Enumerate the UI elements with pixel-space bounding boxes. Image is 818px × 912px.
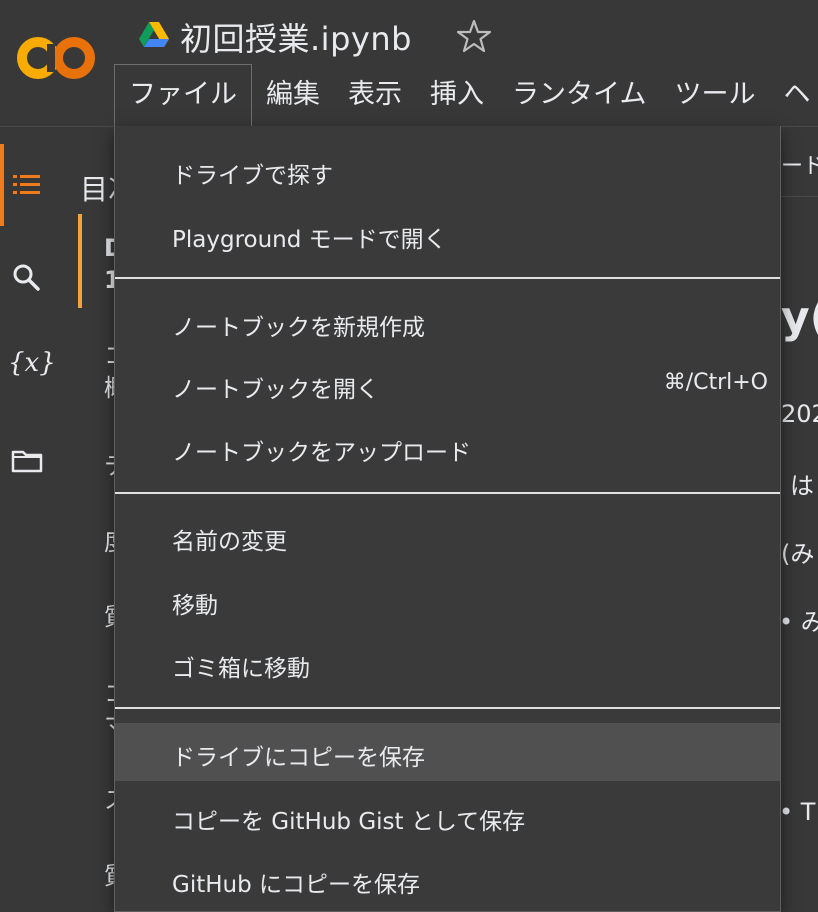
menu-item-label: ノートブックをアップロード	[172, 440, 471, 466]
top-bar: 初回授業.ipynb ファイル 編集 表示 挿入 ランタイム ツール ヘ	[0, 0, 818, 127]
menu-file[interactable]: ファイル	[114, 64, 252, 126]
menu-runtime[interactable]: ランタイム	[498, 64, 660, 126]
google-drive-icon[interactable]	[139, 20, 169, 48]
menu-item-label: ノートブックを開く	[172, 377, 379, 403]
menu-bar: ファイル 編集 表示 挿入 ランタイム ツール ヘ	[114, 64, 818, 126]
menu-item-save-copy-gist[interactable]: コピーを GitHub Gist として保存	[115, 787, 780, 845]
menu-item-open-playground[interactable]: Playground モードで開く	[115, 205, 780, 263]
content-bullet-fragment: • T	[779, 798, 816, 826]
star-outline-icon[interactable]	[456, 18, 492, 54]
content-bullet-fragment: • み	[779, 608, 818, 636]
menu-item-save-copy-github[interactable]: GitHub にコピーを保存	[115, 850, 780, 908]
menu-item-locate-in-drive[interactable]: ドライブで探す	[115, 141, 780, 199]
menu-help[interactable]: ヘ	[769, 64, 818, 126]
menu-separator	[115, 277, 780, 279]
toc-list-icon[interactable]	[10, 168, 44, 202]
menu-separator	[115, 492, 780, 494]
menu-item-upload-notebook[interactable]: ノートブックをアップロード	[115, 418, 780, 476]
colab-logo-icon[interactable]	[14, 33, 98, 83]
content-text-fragment: は	[790, 472, 814, 500]
menu-item-label: ノートブックを新規作成	[172, 315, 425, 341]
menu-item-rename[interactable]: 名前の変更	[115, 507, 780, 565]
menu-item-save-copy-in-drive[interactable]: ドライブにコピーを保存	[115, 723, 780, 781]
menu-item-new-notebook[interactable]: ノートブックを新規作成	[115, 293, 780, 351]
menu-view[interactable]: 表示	[334, 64, 416, 126]
menu-item-label: ゴミ箱に移動	[172, 656, 310, 682]
notebook-content-panel	[781, 127, 818, 912]
content-date-fragment: 202	[781, 400, 818, 428]
left-rail	[0, 127, 62, 912]
menu-tools[interactable]: ツール	[660, 64, 769, 126]
menu-item-label: ドライブにコピーを保存	[172, 745, 425, 771]
menu-item-label: 移動	[172, 593, 218, 619]
menu-item-shortcut: ⌘/Ctrl+O	[663, 370, 768, 395]
menu-item-label: コピーを GitHub Gist として保存	[172, 809, 526, 835]
menu-item-label: GitHub にコピーを保存	[172, 872, 421, 898]
menu-edit[interactable]: 編集	[252, 64, 334, 126]
menu-insert[interactable]: 挿入	[416, 64, 498, 126]
folder-icon[interactable]	[10, 444, 44, 478]
menu-item-move[interactable]: 移動	[115, 571, 780, 629]
notebook-title[interactable]: 初回授業.ipynb	[180, 14, 412, 60]
content-heading-fragment: y(	[781, 292, 818, 343]
content-tab-fragment[interactable]: ード	[781, 148, 818, 180]
menu-item-label: 名前の変更	[172, 529, 287, 555]
menu-item-label: ドライブで探す	[172, 163, 333, 189]
menu-separator	[115, 707, 780, 709]
content-divider	[781, 196, 818, 197]
search-icon[interactable]	[10, 261, 44, 295]
menu-item-move-to-trash[interactable]: ゴミ箱に移動	[115, 634, 780, 692]
content-text-fragment: (み	[781, 540, 815, 568]
toc-selected-indicator	[78, 214, 82, 308]
menu-item-open-notebook[interactable]: ノートブックを開く ⌘/Ctrl+O	[115, 355, 780, 413]
rail-active-indicator	[0, 144, 4, 226]
variables-icon[interactable]: {x}	[8, 348, 56, 378]
file-menu-dropdown: ドライブで探す Playground モードで開く ノートブックを新規作成 ノー…	[114, 126, 781, 912]
menu-item-label: Playground モードで開く	[172, 227, 447, 253]
